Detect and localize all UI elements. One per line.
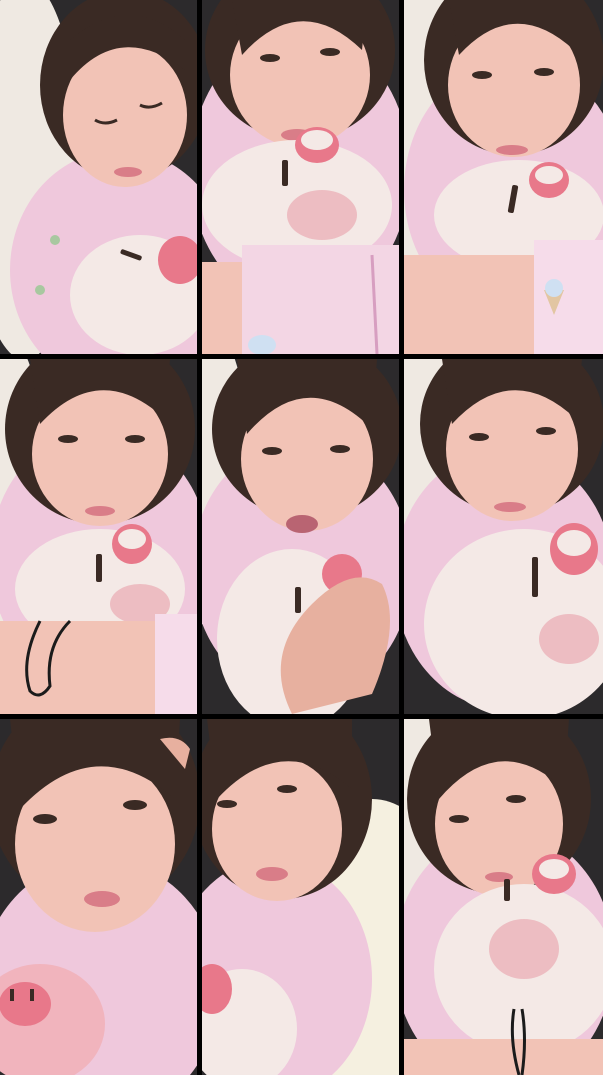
frame-5-image <box>202 359 399 714</box>
collage-frame-4 <box>0 359 197 714</box>
collage-frame-1 <box>0 0 197 354</box>
frame-2-image <box>202 0 399 354</box>
frame-3-image <box>404 0 603 354</box>
collage-frame-6 <box>404 359 603 714</box>
frame-4-image <box>0 359 197 714</box>
collage-frame-2 <box>202 0 399 354</box>
collage-frame-9 <box>404 719 603 1075</box>
collage-frame-5 <box>202 359 399 714</box>
frame-6-image <box>404 359 603 714</box>
collage-frame-7 <box>0 719 197 1075</box>
frame-8-image <box>202 719 399 1075</box>
frame-7-image <box>0 719 197 1075</box>
frame-9-image <box>404 719 603 1075</box>
frame-1-image <box>0 0 197 354</box>
collage-frame-3 <box>404 0 603 354</box>
photo-collage-grid <box>0 0 603 1075</box>
collage-frame-8 <box>202 719 399 1075</box>
